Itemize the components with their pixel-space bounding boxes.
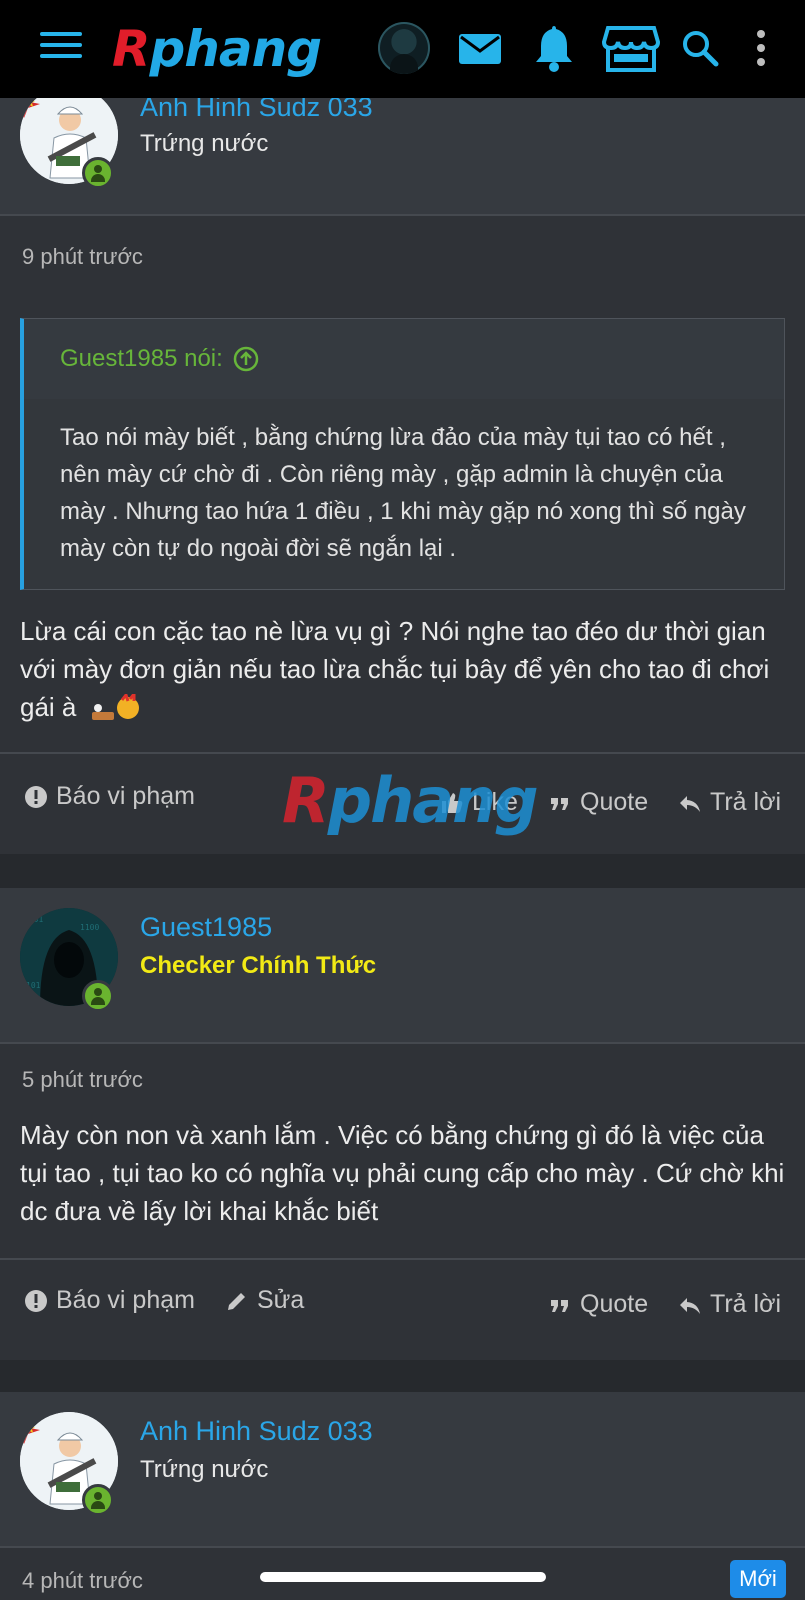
quote-text: Tao nói mày biết , bằng chứng lừa đảo củ…: [60, 424, 746, 562]
username[interactable]: Guest1985: [140, 912, 272, 943]
pencil-icon: [228, 1292, 245, 1310]
svg-text:0101: 0101: [24, 915, 43, 924]
alert-circle-icon: [25, 785, 47, 808]
quote-icon: [551, 1299, 568, 1312]
report-button[interactable]: Báo vi phạm: [24, 1286, 195, 1315]
divider: [0, 1258, 805, 1260]
post-body: Mày còn non và xanh lắm . Việc có bằng c…: [20, 1120, 785, 1226]
report-button[interactable]: Báo vi phạm: [24, 782, 195, 811]
user-title: Trứng nước: [140, 130, 269, 157]
online-status-icon: [82, 980, 114, 1012]
search-icon[interactable]: [676, 22, 724, 74]
bell-icon[interactable]: [530, 22, 578, 74]
post-actions: Báo vi phạm Like Quote Trả lời: [0, 772, 805, 832]
report-label: Báo vi phạm: [56, 1286, 195, 1314]
like-button[interactable]: Like: [440, 788, 518, 817]
reply-button[interactable]: Trả lời: [678, 788, 781, 817]
quote-label: Quote: [580, 788, 649, 816]
alert-circle-icon: [25, 1289, 47, 1312]
reply-icon: [680, 795, 700, 812]
quote-icon: [551, 797, 568, 810]
user-title: Checker Chính Thức: [140, 952, 377, 979]
post-time[interactable]: 4 phút trước: [22, 1568, 143, 1594]
reply-button[interactable]: Trả lời: [678, 1290, 781, 1319]
home-indicator[interactable]: [260, 1572, 546, 1582]
svg-text:1100: 1100: [80, 923, 99, 932]
emoji-icon: [90, 689, 142, 724]
reply-label: Trả lời: [710, 1290, 782, 1318]
online-status-icon: [82, 157, 114, 189]
quote-label: Quote: [580, 1290, 649, 1318]
quote-button[interactable]: Quote: [548, 788, 648, 817]
post-2-header: 0101110010110110 Guest1985 Checker Chính…: [0, 888, 805, 1042]
post-separator: [0, 854, 805, 888]
quote-block: Guest1985 nói: Tao nói mày biết , bằng c…: [20, 318, 785, 590]
menu-icon[interactable]: [40, 32, 82, 64]
post-separator: [0, 1360, 805, 1392]
more-vertical-icon[interactable]: [740, 22, 782, 74]
thumbs-up-icon: [442, 792, 463, 813]
report-label: Báo vi phạm: [56, 782, 195, 810]
edit-label: Sửa: [257, 1286, 305, 1314]
top-navigation-bar: Rphang: [0, 0, 805, 98]
arrow-up-circle-icon[interactable]: [233, 346, 259, 372]
post-time[interactable]: 5 phút trước: [22, 1067, 143, 1093]
reply-label: Trả lời: [710, 788, 782, 816]
like-label: Like: [472, 788, 518, 816]
post-body: Lừa cái con cặc tao nè lừa vụ gì ? Nói n…: [20, 612, 785, 726]
site-logo[interactable]: Rphang: [112, 20, 322, 78]
quote-author[interactable]: Guest1985 nói:: [60, 345, 223, 373]
new-badge: Mới: [730, 1560, 786, 1598]
account-avatar[interactable]: [378, 22, 430, 74]
post-time[interactable]: 9 phút trước: [22, 244, 143, 270]
mail-icon[interactable]: [456, 22, 504, 74]
quote-button[interactable]: Quote: [548, 1290, 648, 1319]
store-icon[interactable]: [600, 22, 662, 74]
username[interactable]: Anh Hinh Sudz 033: [140, 1416, 373, 1447]
post-actions: Báo vi phạm Sửa Quote Trả lời: [0, 1278, 805, 1338]
quote-header[interactable]: Guest1985 nói:: [24, 319, 784, 399]
online-status-icon: [82, 1484, 114, 1516]
divider: [0, 752, 805, 754]
post-3-header: Anh Hinh Sudz 033 Trứng nước: [0, 1392, 805, 1546]
edit-button[interactable]: Sửa: [225, 1286, 304, 1315]
user-title: Trứng nước: [140, 1456, 269, 1483]
reply-icon: [680, 1297, 700, 1314]
